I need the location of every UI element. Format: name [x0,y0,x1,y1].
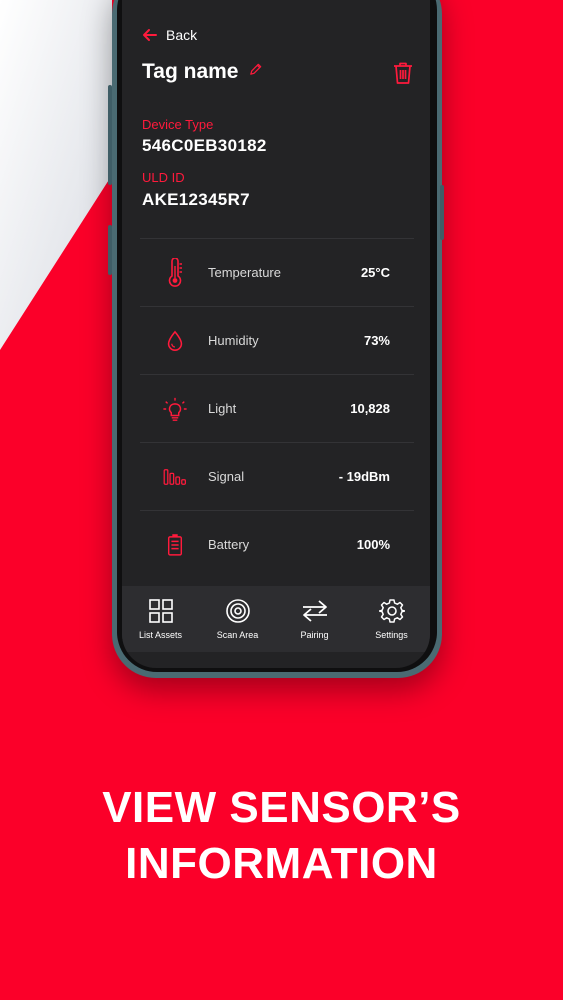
uld-id-label: ULD ID [142,170,185,185]
water-drop-icon [160,326,190,356]
battery-icon [160,530,190,560]
app-screen: Back Tag name Device Type 546C0EB30182 U… [122,0,430,668]
signal-bars-icon [160,462,190,492]
uld-id-value: AKE12345R7 [142,190,250,209]
device-type-label: Device Type [142,117,214,132]
sensor-name: Humidity [208,333,259,348]
light-bulb-icon [160,394,190,424]
nav-item-list-assets[interactable]: List Assets [126,598,196,640]
promo-line-2: INFORMATION [125,839,438,888]
nav-item-settings[interactable]: Settings [357,598,427,640]
gear-icon [378,599,405,623]
sensor-value: 73% [363,333,390,348]
tag-name-title: Tag name [142,60,239,83]
sensor-row-humidity: Humidity 73% [140,306,414,374]
phone-side-button [440,185,444,240]
thermometer-icon [160,257,190,288]
sensor-list: Temperature 25°C Humidity 73% Light 10,8… [140,238,414,578]
nav-label: Pairing [300,630,329,640]
sensor-row-signal: Signal - 19dBm [140,442,414,510]
promo-line-1: VIEW SENSOR’S [102,783,461,832]
swap-arrows-icon [302,600,327,622]
device-type-value: 546C0EB30182 [142,136,267,155]
back-button[interactable]: Back [142,27,197,43]
sensor-name: Battery [208,537,250,552]
sensor-value: 100% [356,537,390,552]
phone-side-button [108,225,112,275]
back-label: Back [166,27,198,43]
nav-item-scan-area[interactable]: Scan Area [203,598,273,640]
sensor-row-battery: Battery 100% [140,510,414,578]
sensor-row-light: Light 10,828 [140,374,414,442]
edit-pencil-icon[interactable] [248,62,263,82]
sensor-name: Temperature [208,265,281,280]
sensor-name: Light [208,401,237,416]
nav-label: Settings [375,630,408,640]
nav-label: Scan Area [216,630,259,640]
bottom-nav: List Assets Scan Area Pairing Settings [122,586,430,652]
radar-icon [225,599,250,623]
back-arrow-icon [143,29,157,41]
sensor-value: 10,828 [350,401,390,416]
phone-side-button [108,85,112,185]
promo-headline: VIEW SENSOR’S INFORMATION [0,780,563,892]
sensor-value: 25°C [360,265,390,280]
grid-icon [148,599,173,623]
sensor-name: Signal [208,469,245,484]
sensor-value: - 19dBm [338,469,390,484]
nav-label: List Assets [138,630,183,640]
nav-item-pairing[interactable]: Pairing [280,598,350,640]
sensor-row-temperature: Temperature 25°C [140,238,414,306]
trash-icon[interactable] [392,61,414,85]
